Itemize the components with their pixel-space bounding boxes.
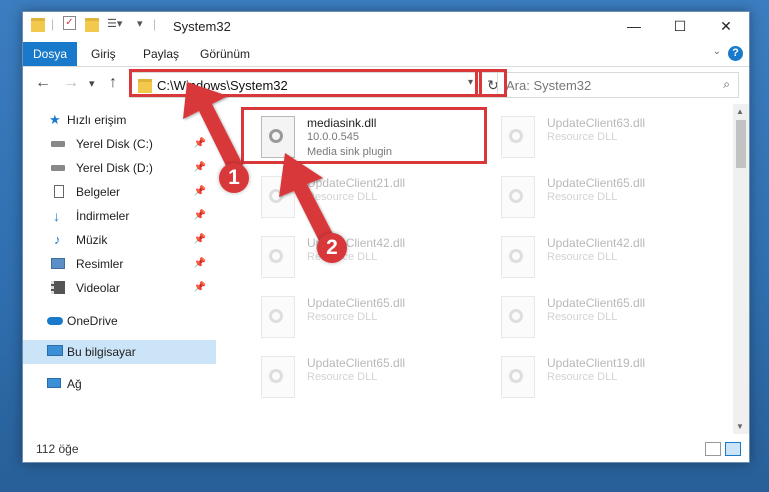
step-2-badge: 2 (317, 233, 347, 263)
annotation-arrows (183, 82, 336, 247)
step-1-badge: 1 (219, 163, 249, 193)
arrow-step-1 (183, 82, 243, 172)
